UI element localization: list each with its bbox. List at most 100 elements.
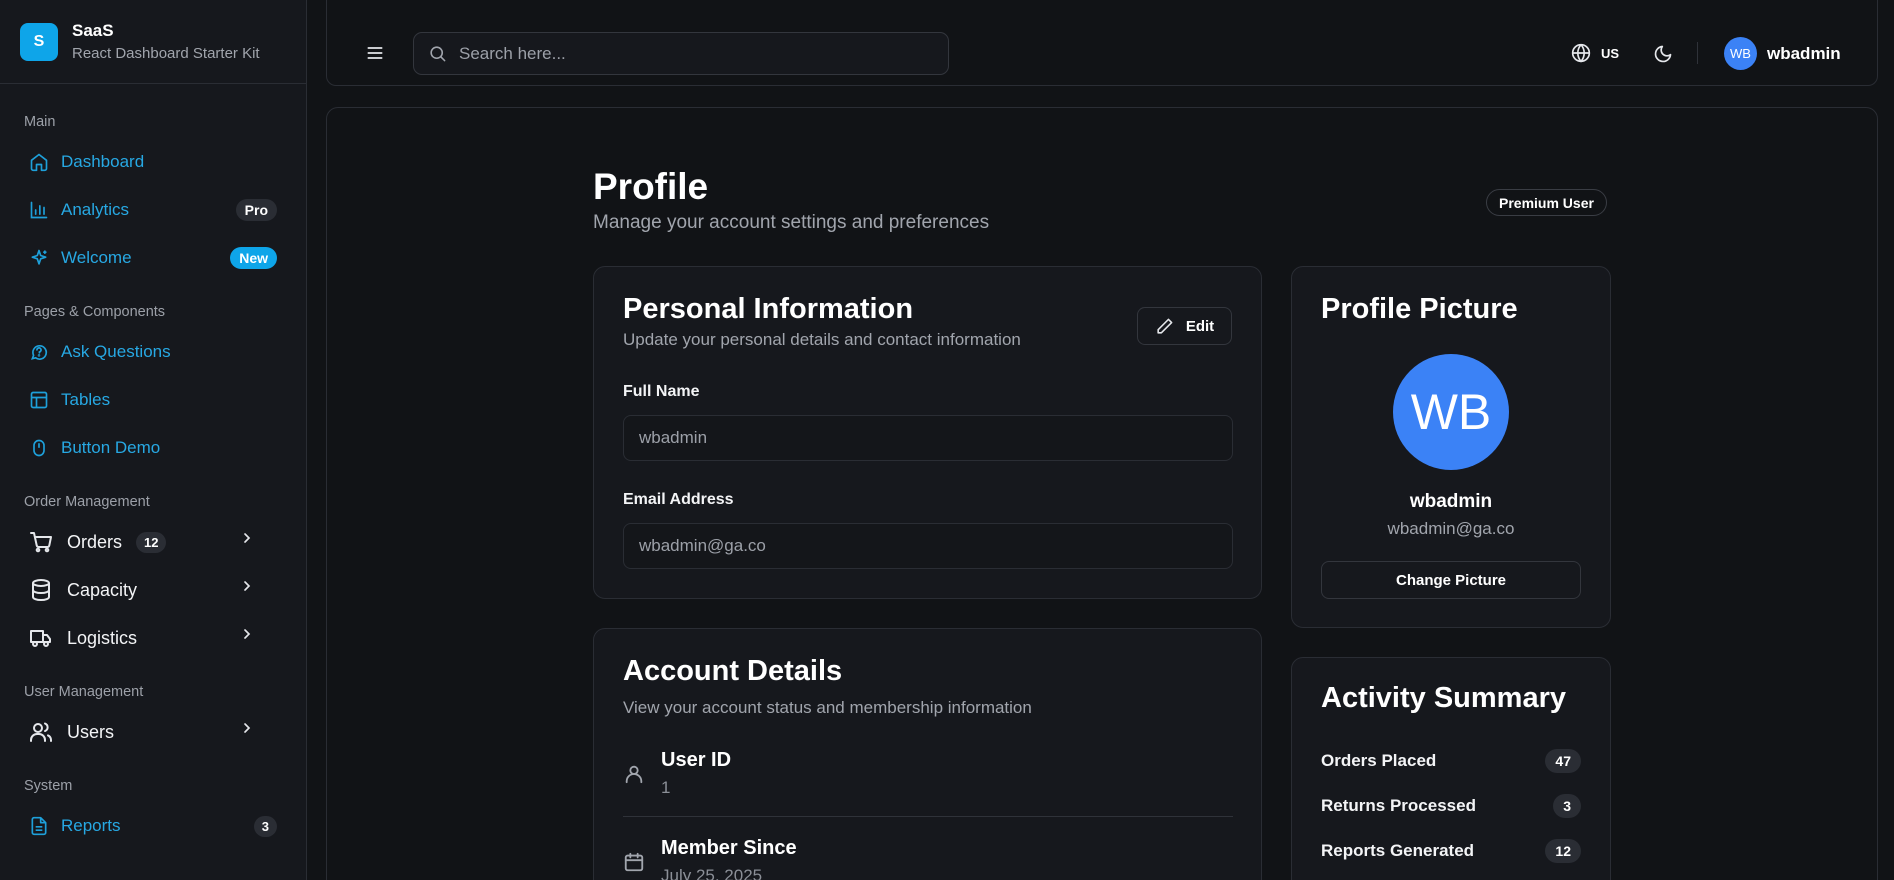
sidebar-item-welcome[interactable]: Welcome New [24,234,282,282]
account-details-title: Account Details [623,655,843,687]
account-details-card: Account Details View your account status… [593,628,1262,880]
section-title-pages: Pages & Components [24,304,166,320]
locale-switcher[interactable]: US [1571,43,1619,63]
section-title-main: Main [24,114,56,130]
orders-count-badge: 12 [136,531,167,553]
top-header: US WB wbadmin [326,0,1878,86]
user-menu[interactable]: WB wbadmin [1724,37,1841,70]
cart-icon [29,530,53,554]
reports-count-badge: 3 [253,815,277,837]
user-id-row: User ID 1 [623,749,1233,817]
sidebar-item-tables[interactable]: Tables [24,376,282,424]
full-name-field[interactable]: wbadmin [623,415,1233,461]
avatar: WB [1724,37,1757,70]
chevron-right-icon [239,530,263,554]
stat-row-reports-generated: Reports Generated 12 [1321,828,1581,873]
header-divider [1697,42,1698,64]
chevron-right-icon [239,578,263,602]
calendar-icon [623,851,645,873]
member-since-label: Member Since [661,837,797,859]
sidebar-item-label: Welcome [61,248,132,267]
stat-value-badge: 3 [1553,793,1581,818]
sidebar-item-users[interactable]: Users [24,708,282,756]
stat-label: Returns Processed [1321,795,1476,815]
section-title-users: User Management [24,684,144,700]
sidebar-item-label: Reports [61,816,121,835]
brand-logo: S [20,22,58,61]
locale-label: US [1601,45,1620,61]
chevron-right-icon [239,720,263,744]
user-name: wbadmin [1767,43,1841,63]
home-icon [29,152,49,172]
brand-subtitle: React Dashboard Starter Kit [72,44,260,62]
change-picture-button[interactable]: Change Picture [1321,561,1581,599]
moon-icon[interactable] [1653,44,1673,64]
section-title-system: System [24,778,73,794]
sidebar-item-analytics[interactable]: Analytics Pro [24,186,282,234]
sidebar-item-label: Button Demo [61,438,161,457]
sidebar-item-label: Ask Questions [61,342,171,361]
section-title-orders: Order Management [24,494,150,510]
full-name-label: Full Name [623,383,700,400]
member-since-value: July 25, 2025 [661,866,763,880]
search-bar[interactable] [413,32,949,75]
pro-badge: Pro [235,199,277,221]
profile-email: wbadmin@ga.co [1387,519,1515,538]
search-icon [428,44,447,63]
sidebar-item-label: Tables [61,390,111,409]
sparkles-icon [29,248,49,268]
search-input[interactable] [459,43,934,64]
email-label: Email Address [623,491,734,508]
users-icon [29,720,53,744]
bar-chart-icon [29,200,49,220]
email-field[interactable]: wbadmin@ga.co [623,523,1233,569]
profile-picture-title: Profile Picture [1321,293,1518,325]
sidebar-item-label: Capacity [67,579,138,600]
sidebar-item-label: Analytics [61,200,130,219]
stat-row-returns-processed: Returns Processed 3 [1321,783,1581,828]
database-icon [29,578,53,602]
file-icon [29,816,49,836]
activity-summary-card: Activity Summary Orders Placed 47 Return… [1291,657,1611,880]
new-badge: New [230,247,277,269]
profile-picture-card: Profile Picture WB wbadmin wbadmin@ga.co… [1291,266,1611,628]
truck-icon [29,626,53,650]
stat-label: Reports Generated [1321,840,1475,860]
sidebar-item-orders[interactable]: Orders 12 [24,518,282,566]
sidebar-item-logistics[interactable]: Logistics [24,614,282,662]
personal-info-card: Personal Information Update your persona… [593,266,1262,599]
stat-row-orders-placed: Orders Placed 47 [1321,738,1581,783]
sidebar-item-reports[interactable]: Reports 3 [24,802,282,850]
sidebar-item-button-demo[interactable]: Button Demo [24,424,282,472]
help-circle-icon [29,342,49,362]
sidebar-item-dashboard[interactable]: Dashboard [24,138,282,186]
pencil-icon [1155,317,1174,336]
sidebar-item-label: Users [67,721,115,742]
brand[interactable]: S SaaS React Dashboard Starter Kit [0,0,306,84]
personal-info-subtitle: Update your personal details and contact… [623,330,1021,349]
member-since-row: Member Since July 25, 2025 [623,837,1233,880]
sidebar-item-label: Dashboard [61,152,145,171]
page-subtitle: Manage your account settings and prefere… [593,212,990,233]
stat-value-badge: 12 [1545,838,1581,863]
avatar: WB [1393,354,1509,470]
sidebar-item-capacity[interactable]: Capacity [24,566,282,614]
sidebar-item-label: Orders [67,531,123,552]
sidebar-item-label: Logistics [67,627,138,648]
page-title: Profile [593,166,709,207]
mouse-icon [29,438,49,458]
profile-name: wbadmin [1409,491,1493,512]
sidebar-item-ask-questions[interactable]: Ask Questions [24,328,282,376]
premium-user-badge: Premium User [1486,189,1607,216]
account-details-subtitle: View your account status and membership … [623,698,1032,717]
personal-info-title: Personal Information [623,293,914,325]
sidebar-nav: Main Dashboard Analytics Pro Welcome New… [0,112,306,850]
sidebar: S SaaS React Dashboard Starter Kit Main … [0,0,307,880]
edit-button-label: Edit [1185,317,1215,335]
menu-icon[interactable] [365,43,385,63]
user-id-label: User ID [661,749,732,771]
stat-value-badge: 47 [1545,748,1581,773]
user-icon [623,763,645,785]
chevron-right-icon [239,626,263,650]
edit-button[interactable]: Edit [1137,307,1232,345]
